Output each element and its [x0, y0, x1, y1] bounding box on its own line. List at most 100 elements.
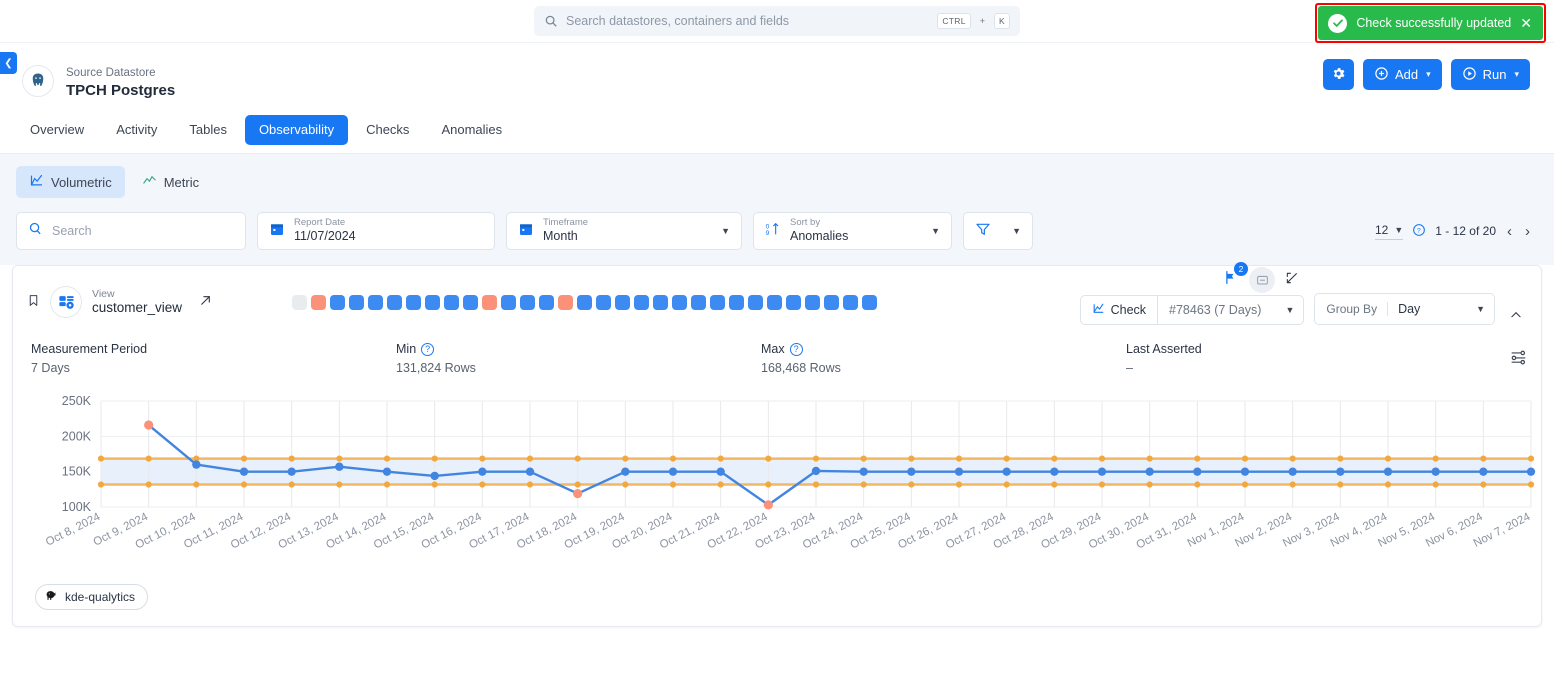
status-square[interactable] — [539, 294, 555, 310]
group-by-label: Group By — [1326, 302, 1389, 316]
prev-page-button[interactable]: ‹ — [1505, 223, 1514, 240]
pagination-range: 1 - 12 of 20 — [1435, 224, 1496, 238]
search-input[interactable] — [566, 14, 930, 28]
status-square[interactable] — [444, 294, 460, 310]
data-point — [1002, 467, 1011, 476]
help-icon[interactable]: ? — [789, 342, 803, 356]
status-square[interactable] — [596, 294, 612, 310]
sortby-value: Anomalies — [790, 229, 849, 244]
status-square[interactable] — [672, 294, 688, 310]
tab-overview[interactable]: Overview — [16, 115, 98, 145]
chevron-down-icon[interactable]: ▼ — [931, 226, 940, 236]
bound-point — [860, 455, 867, 462]
report-date-value: 11/07/2024 — [294, 229, 356, 244]
bookmark-icon[interactable] — [27, 293, 40, 311]
tab-checks[interactable]: Checks — [352, 115, 423, 145]
status-square[interactable] — [843, 294, 859, 310]
report-date-field[interactable]: Report Date 11/07/2024 — [257, 212, 495, 250]
bound-point — [1432, 455, 1439, 462]
chart-settings-icon[interactable] — [1510, 348, 1527, 370]
close-icon[interactable]: ✕ — [1520, 16, 1532, 30]
collapse-card-button[interactable] — [1505, 308, 1527, 325]
chevron-down-icon[interactable]: ▼ — [721, 226, 730, 236]
bound-point — [955, 481, 963, 488]
datastore-tag[interactable]: kde-qualytics — [35, 584, 149, 610]
status-square[interactable] — [805, 294, 821, 310]
check-value-group[interactable]: #78463 (7 Days) ▼ — [1158, 296, 1303, 324]
status-square[interactable] — [729, 294, 745, 310]
global-search[interactable]: CTRL + K — [534, 6, 1020, 36]
page-size-selector[interactable]: 12 ▼ — [1375, 223, 1404, 240]
timeframe-label: Timeframe — [543, 217, 589, 229]
bound-point — [622, 481, 629, 488]
help-icon[interactable]: ? — [421, 342, 435, 356]
status-square[interactable] — [463, 294, 479, 310]
status-square[interactable] — [558, 294, 574, 310]
status-square[interactable] — [387, 294, 403, 310]
status-square[interactable] — [767, 294, 783, 310]
subtab-volumetric[interactable]: Volumetric — [16, 166, 125, 198]
status-square[interactable] — [520, 294, 536, 310]
bound-point — [1194, 455, 1201, 462]
timeframe-field[interactable]: Timeframe Month ▼ — [506, 212, 742, 250]
chevron-down-icon[interactable]: ▼ — [1012, 226, 1021, 236]
bound-point — [240, 481, 248, 488]
toast-message: Check successfully updated — [1356, 16, 1512, 30]
external-link-icon[interactable] — [199, 294, 212, 310]
anomaly-flag-icon[interactable]: 2 — [1222, 262, 1248, 291]
bound-point — [431, 481, 438, 488]
status-square[interactable] — [862, 294, 878, 310]
sortby-field[interactable]: 0 9 Sort by Anomalies ▼ — [753, 212, 952, 250]
check-selector[interactable]: Check #78463 (7 Days) ▼ — [1079, 295, 1305, 325]
status-square[interactable] — [406, 294, 422, 310]
run-button[interactable]: Run ▾ — [1450, 59, 1530, 90]
status-square[interactable] — [824, 294, 840, 310]
status-square[interactable] — [653, 294, 669, 310]
search-field[interactable]: Search — [16, 212, 246, 250]
status-square[interactable] — [615, 294, 631, 310]
status-square[interactable] — [292, 294, 308, 310]
bound-point — [431, 455, 438, 462]
status-square[interactable] — [425, 294, 441, 310]
bound-point — [1194, 481, 1201, 488]
status-square[interactable] — [349, 294, 365, 310]
data-point — [1050, 467, 1059, 476]
card-stats: Measurement Period 7 Days Min ? 131,824 … — [13, 336, 1541, 379]
next-page-button[interactable]: › — [1523, 223, 1532, 240]
filter-dropdown[interactable]: ▼ — [963, 212, 1033, 250]
status-square[interactable] — [748, 294, 764, 310]
stat-label: Min — [396, 342, 417, 356]
status-square[interactable] — [311, 294, 327, 310]
tab-activity[interactable]: Activity — [102, 115, 171, 145]
status-square[interactable] — [482, 294, 498, 310]
status-square[interactable] — [330, 294, 346, 310]
calendar-icon — [518, 221, 534, 242]
add-button[interactable]: Add ▾ — [1362, 59, 1442, 90]
settings-button[interactable] — [1322, 59, 1354, 90]
status-square[interactable] — [368, 294, 384, 310]
tab-anomalies[interactable]: Anomalies — [427, 115, 516, 145]
chevron-down-icon: ▾ — [1514, 69, 1519, 79]
tab-tables[interactable]: Tables — [175, 115, 241, 145]
edit-icon[interactable] — [1285, 271, 1299, 290]
status-square[interactable] — [501, 294, 517, 310]
anomaly-point — [573, 488, 583, 499]
stat-label: Measurement Period — [31, 342, 148, 356]
data-point — [954, 467, 964, 476]
comment-icon[interactable] — [1249, 267, 1275, 293]
kbd-key: K — [994, 13, 1010, 29]
view-kicker: View — [92, 287, 115, 300]
group-by-selector[interactable]: Group By Day ▼ — [1314, 293, 1495, 325]
report-date-label: Report Date — [294, 217, 346, 229]
tab-observability[interactable]: Observability — [244, 115, 349, 145]
subtab-metric[interactable]: Metric — [129, 166, 212, 198]
status-square[interactable] — [577, 294, 593, 310]
help-icon[interactable]: ? — [1412, 223, 1426, 240]
kbd-ctrl: CTRL — [937, 13, 971, 29]
status-square[interactable] — [786, 294, 802, 310]
status-square[interactable] — [634, 294, 650, 310]
status-square[interactable] — [691, 294, 707, 310]
status-square[interactable] — [710, 294, 726, 310]
check-chart-icon — [1092, 302, 1105, 318]
bound-point — [1289, 455, 1296, 462]
